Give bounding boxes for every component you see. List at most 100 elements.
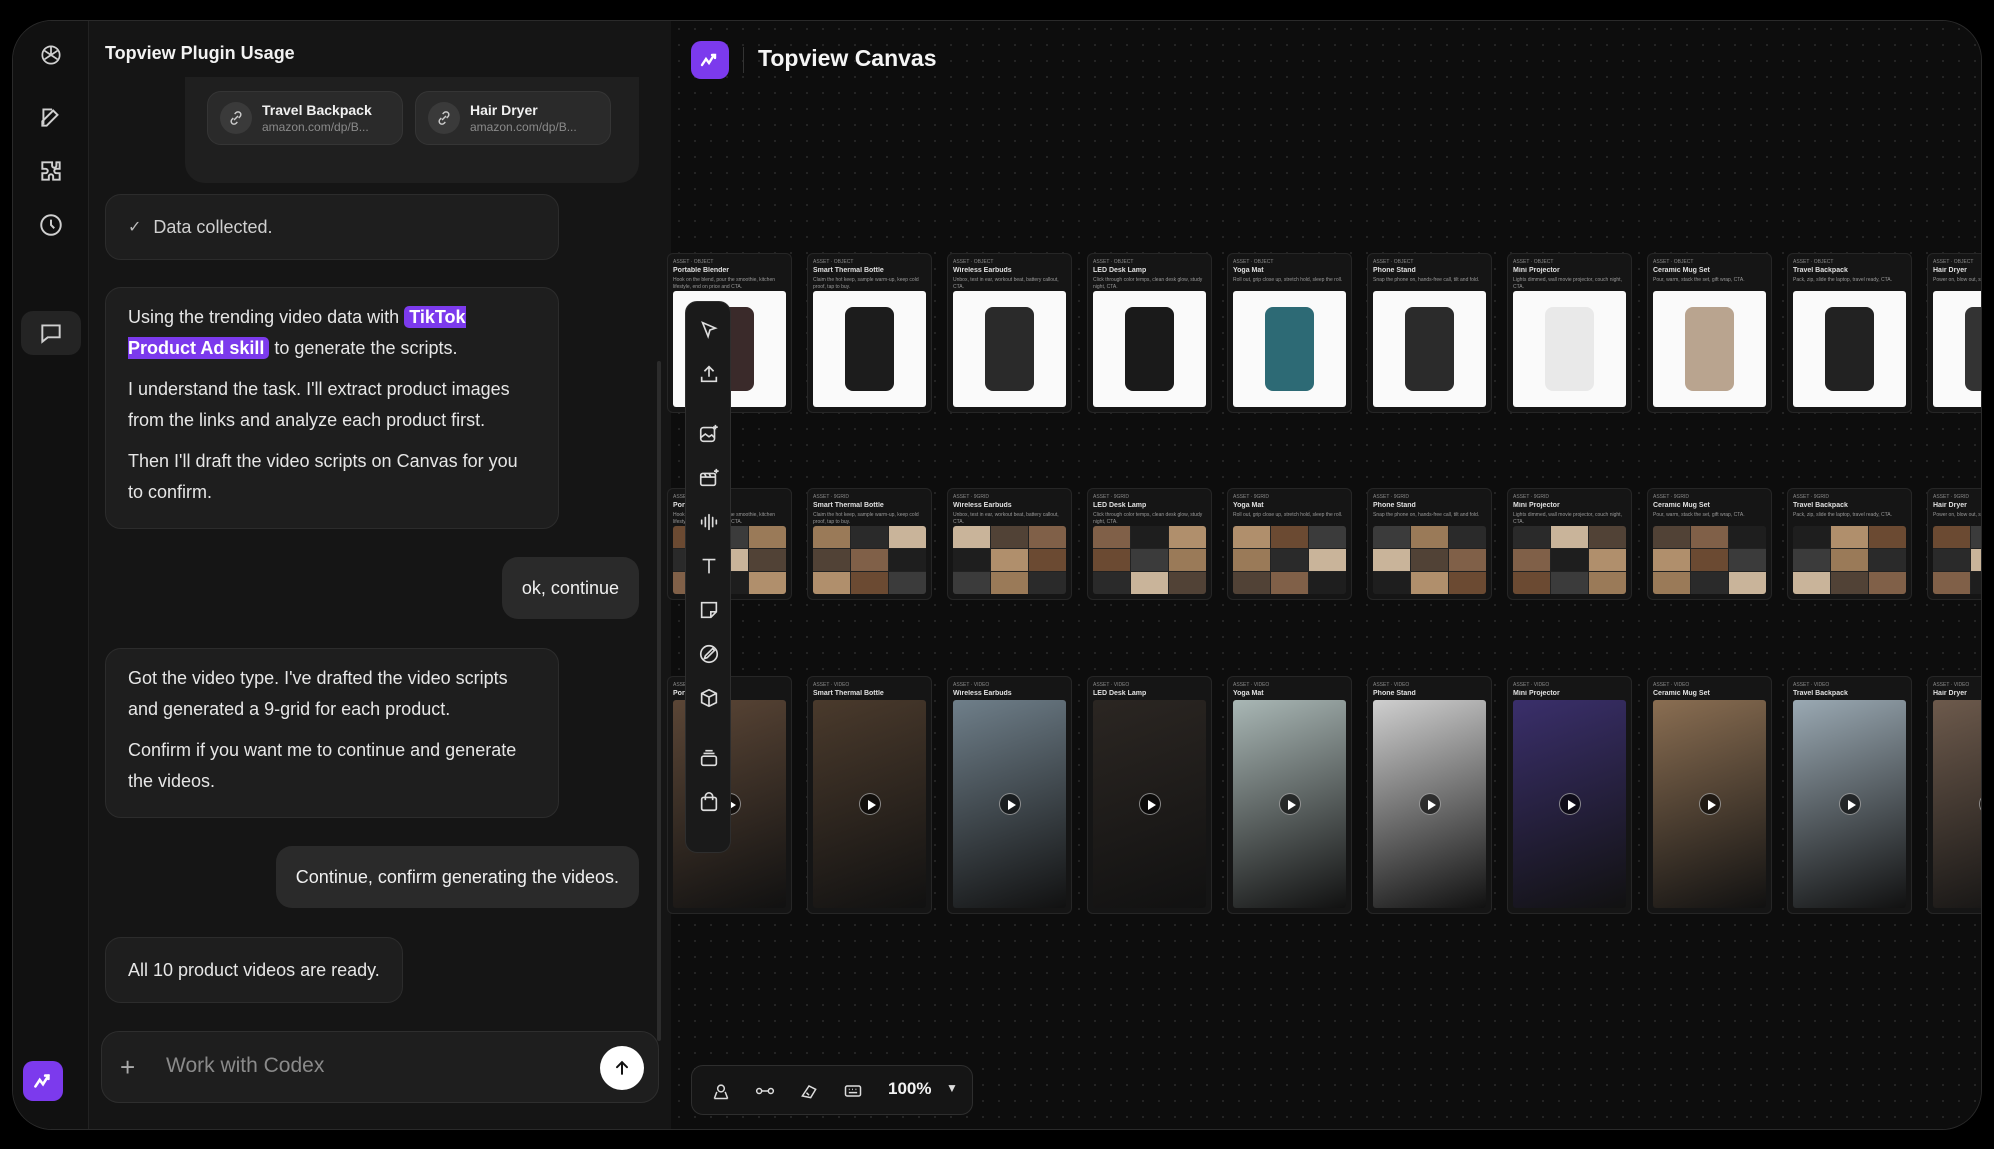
- video-card[interactable]: ASSET · VIDEO Yoga Mat: [1227, 676, 1352, 914]
- card-description: Claim the hot keep, sample warm-up, keep…: [813, 277, 919, 290]
- product-image-card[interactable]: ASSET · OBJECT Ceramic Mug Set Pour, warm,…: [1647, 253, 1772, 413]
- card-description: Snap the phone on, hands-free call, tilt…: [1373, 277, 1480, 283]
- keyboard-icon[interactable]: [840, 1078, 866, 1104]
- topview-brand-icon[interactable]: [23, 1061, 63, 1101]
- product-image: [1093, 291, 1206, 407]
- link-icon: [220, 102, 252, 134]
- layers-icon[interactable]: [695, 744, 723, 772]
- product-image-card[interactable]: ASSET · OBJECT Wireless Earbuds Unbox, tes…: [947, 253, 1072, 413]
- upload-icon[interactable]: [695, 360, 723, 388]
- plugins-icon[interactable]: [35, 155, 67, 187]
- attachment-name: Hair Dryer: [470, 102, 538, 118]
- send-button[interactable]: [600, 1046, 644, 1090]
- message-paragraph: Got the video type. I've drafted the vid…: [128, 668, 508, 719]
- play-icon[interactable]: [1558, 793, 1581, 815]
- attachment-hair-dryer[interactable]: Hair Dryer amazon.com/dp/B...: [415, 91, 611, 145]
- card-title: Phone Stand: [1373, 690, 1416, 697]
- grid-cell: [1513, 526, 1550, 548]
- grid-card[interactable]: ASSET · 9GRID Mini Projector Lights dimmed…: [1507, 488, 1632, 600]
- card-tag: ASSET · 9GRID: [953, 494, 1066, 502]
- grid-cell: [1513, 572, 1550, 594]
- product-image-card[interactable]: ASSET · OBJECT Phone Stand Snap the phone …: [1367, 253, 1492, 413]
- video-card[interactable]: ASSET · VIDEO Wireless Earbuds: [947, 676, 1072, 914]
- grid-card[interactable]: ASSET · 9GRID Ceramic Mug Set Pour, warm, …: [1647, 488, 1772, 600]
- video-card[interactable]: ASSET · VIDEO Smart Thermal Bottle: [807, 676, 932, 914]
- product-image: [1933, 291, 1981, 407]
- video-generate-icon[interactable]: [695, 464, 723, 492]
- grid-card[interactable]: ASSET · 9GRID Phone Stand Snap the phone o…: [1367, 488, 1492, 600]
- card-tag: ASSET · VIDEO: [1233, 682, 1346, 690]
- image-generate-icon[interactable]: [695, 420, 723, 448]
- attachment-travel-backpack[interactable]: Travel Backpack amazon.com/dp/B...: [207, 91, 403, 145]
- grid-card[interactable]: ASSET · 9GRID Wireless Earbuds Unbox, test…: [947, 488, 1072, 600]
- chat-panel: Topview Plugin Usage Travel Backpack ama…: [89, 21, 671, 1129]
- video-card[interactable]: ASSET · VIDEO Hair Dryer: [1927, 676, 1981, 914]
- grid-card[interactable]: ASSET · 9GRID LED Desk Lamp Click through …: [1087, 488, 1212, 600]
- grid-cell: [889, 526, 926, 548]
- product-image-card[interactable]: ASSET · OBJECT Yoga Mat Roll out, grip clo…: [1227, 253, 1352, 413]
- card-tag: ASSET · OBJECT: [1373, 259, 1486, 267]
- chat-icon[interactable]: [21, 311, 81, 355]
- play-icon[interactable]: [1138, 793, 1161, 815]
- grid-card[interactable]: ASSET · 9GRID Hair Dryer Power on, blow ou…: [1927, 488, 1981, 600]
- nine-grid-image: [953, 526, 1066, 594]
- video-card[interactable]: ASSET · VIDEO Mini Projector: [1507, 676, 1632, 914]
- card-title: Ceramic Mug Set: [1653, 267, 1710, 274]
- play-icon[interactable]: [1978, 793, 1981, 815]
- play-icon[interactable]: [1278, 793, 1301, 815]
- grid-cell: [851, 526, 888, 548]
- grid-cell: [813, 549, 850, 571]
- zoom-level[interactable]: 100%: [888, 1079, 931, 1099]
- composer-input[interactable]: Work with Codex: [166, 1054, 324, 1078]
- chat-scrollbar[interactable]: [657, 361, 661, 1041]
- video-thumbnail: [813, 700, 926, 908]
- sticky-note-icon[interactable]: [695, 596, 723, 624]
- select-pointer-icon[interactable]: [695, 316, 723, 344]
- card-title: Mini Projector: [1513, 690, 1560, 697]
- card-title: Smart Thermal Bottle: [813, 267, 884, 274]
- product-image: [1233, 291, 1346, 407]
- video-card[interactable]: ASSET · VIDEO Phone Stand: [1367, 676, 1492, 914]
- draw-pen-icon[interactable]: [695, 640, 723, 668]
- play-icon[interactable]: [1698, 793, 1721, 815]
- card-title: Hair Dryer: [1933, 267, 1967, 274]
- product-image-card[interactable]: ASSET · OBJECT Smart Thermal Bottle Claim …: [807, 253, 932, 413]
- product-image-card[interactable]: ASSET · OBJECT Mini Projector Lights dimme…: [1507, 253, 1632, 413]
- play-icon[interactable]: [1838, 793, 1861, 815]
- magic-select-icon[interactable]: [796, 1078, 822, 1104]
- openai-logo-icon[interactable]: [35, 39, 67, 71]
- grid-card[interactable]: ASSET · 9GRID Yoga Mat Roll out, grip clos…: [1227, 488, 1352, 600]
- video-card[interactable]: ASSET · VIDEO LED Desk Lamp: [1087, 676, 1212, 914]
- product-image-card[interactable]: ASSET · OBJECT Hair Dryer Power on, blow o…: [1927, 253, 1981, 413]
- product-image-card[interactable]: ASSET · OBJECT Travel Backpack Pack, zip, …: [1787, 253, 1912, 413]
- 3d-box-icon[interactable]: [695, 684, 723, 712]
- product-image-card[interactable]: ASSET · OBJECT LED Desk Lamp Click through…: [1087, 253, 1212, 413]
- grid-card[interactable]: ASSET · 9GRID Travel Backpack Pack, zip, s…: [1787, 488, 1912, 600]
- play-icon[interactable]: [858, 793, 881, 815]
- card-description: Pack, zip, slide the laptop, travel read…: [1793, 512, 1893, 518]
- grid-cell: [1729, 572, 1766, 594]
- play-icon[interactable]: [998, 793, 1021, 815]
- chevron-down-icon[interactable]: ▼: [946, 1081, 958, 1095]
- canvas[interactable]: Topview Canvas ASSET · OBJECT Portable Bl…: [667, 21, 1981, 1129]
- attachment-name: Travel Backpack: [262, 102, 372, 118]
- play-icon[interactable]: [1418, 793, 1441, 815]
- grid-card[interactable]: ASSET · 9GRID Smart Thermal Bottle Claim t…: [807, 488, 932, 600]
- plus-icon[interactable]: +: [120, 1054, 135, 1080]
- card-title: LED Desk Lamp: [1093, 690, 1147, 697]
- video-card[interactable]: ASSET · VIDEO Travel Backpack: [1787, 676, 1912, 914]
- shopping-bag-icon[interactable]: [695, 788, 723, 816]
- video-card[interactable]: ASSET · VIDEO Ceramic Mug Set: [1647, 676, 1772, 914]
- map-pin-icon[interactable]: [708, 1078, 734, 1104]
- new-chat-icon[interactable]: [35, 101, 67, 133]
- connect-nodes-icon[interactable]: [752, 1078, 778, 1104]
- card-tag: ASSET · VIDEO: [953, 682, 1066, 690]
- nine-grid-image: [1373, 526, 1486, 594]
- audio-wave-icon[interactable]: [695, 508, 723, 536]
- grid-cell: [889, 549, 926, 571]
- text-icon[interactable]: [695, 552, 723, 580]
- product-shape: [1404, 307, 1455, 391]
- history-icon[interactable]: [35, 209, 67, 241]
- card-tag-text: ASSET · OBJECT: [1093, 259, 1134, 265]
- product-image: [1653, 291, 1766, 407]
